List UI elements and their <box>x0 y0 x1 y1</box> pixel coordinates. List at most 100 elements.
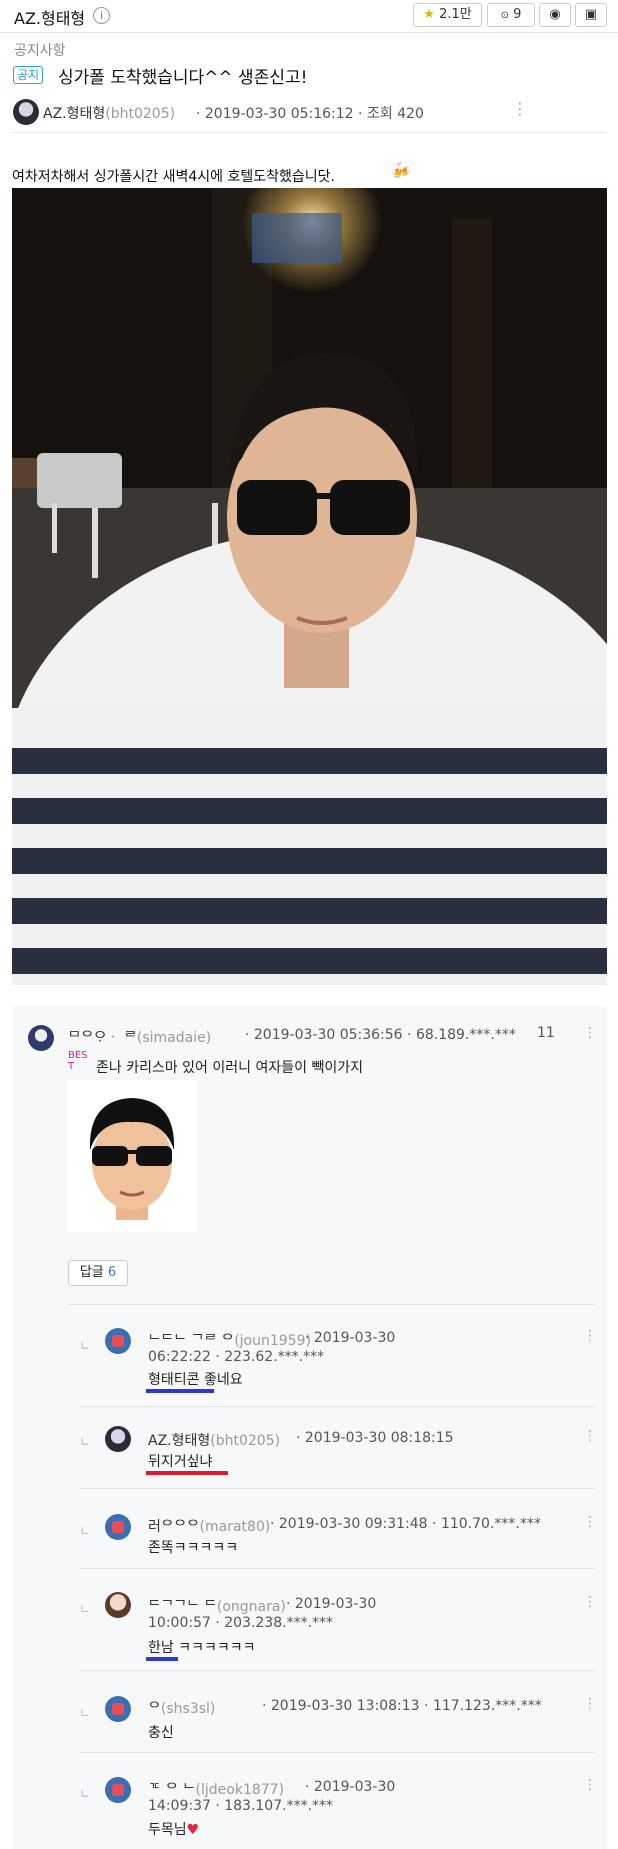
divider <box>80 1752 595 1753</box>
subscribers-button[interactable]: ★ 2.1만 <box>413 3 482 27</box>
reply-author[interactable]: ᄀᄃ ᄋ ᄂ(ljdeok1877) <box>148 1779 284 1799</box>
commenter-name: ᄆᄋᄋᆞᆞ ᄅ <box>68 1030 137 1046</box>
underline-mark <box>146 1389 214 1393</box>
star-icon: ★ <box>423 7 435 22</box>
reply-more-icon[interactable]: ⋮ <box>583 1514 597 1530</box>
reply-id: (bht0205) <box>210 1433 281 1449</box>
reply-name: ᄂᄃᄂ ᄀᄅ ᄋ <box>148 1333 235 1349</box>
reply-label: 답글 <box>79 1265 104 1280</box>
reply-text: 뒤지거싶냐 <box>148 1454 213 1470</box>
reply-arrow-icon: ∟ <box>80 1524 91 1538</box>
channel-title[interactable]: AZ.형태형 <box>14 5 85 29</box>
reply-meta: · 2019-03-30 <box>305 1330 396 1346</box>
reply-meta: · 2019-03-30 <box>305 1779 396 1795</box>
commenter-id: (simadaie) <box>136 1030 212 1046</box>
author-avatar[interactable] <box>13 99 39 125</box>
reply-text: 존똑ㅋㅋㅋㅋㅋ <box>148 1540 239 1556</box>
reply-name: AZ.형태형 <box>148 1433 211 1449</box>
reply-name: 러ᄋᄋᄋ <box>148 1519 200 1535</box>
reply-id: (ljdeok1877) <box>195 1782 285 1798</box>
reply-author[interactable]: AZ.형태형(bht0205) <box>148 1430 280 1450</box>
members-button[interactable]: ⊙ 9 <box>487 3 535 27</box>
location-icon: ◉ <box>549 7 561 22</box>
reply-meta: · 2019-03-30 13:08:13 · 117.123.***.*** <box>262 1698 542 1714</box>
reply-meta: · 2019-03-30 09:31:48 · 110.70.***.*** <box>270 1516 541 1532</box>
reply-author[interactable]: ᄂᄃᄂ ᄀᄅ ᄋ(joun1959) <box>148 1330 311 1350</box>
reply-meta-line2: 06:22:22 · 223.62.***.*** <box>148 1349 325 1365</box>
divider <box>80 1488 595 1489</box>
reply-meta: · 2019-03-30 08:18:15 <box>296 1430 454 1446</box>
author-info[interactable]: AZ.형태형(bht0205) <box>43 103 175 123</box>
reply-id: (shs3sl) <box>160 1701 216 1717</box>
underline-mark <box>146 1471 228 1475</box>
reply-avatar[interactable] <box>105 1592 131 1618</box>
reply-name: ᄋ <box>148 1701 161 1717</box>
reply-avatar[interactable] <box>105 1514 131 1540</box>
reply-id: (marat80) <box>199 1519 271 1535</box>
underline-mark <box>146 1657 178 1661</box>
reply-author[interactable]: 러ᄋᄋᄋ(marat80) <box>148 1516 270 1536</box>
divider <box>80 1670 595 1671</box>
reply-more-icon[interactable]: ⋮ <box>583 1594 597 1610</box>
best-badge: BEST <box>68 1050 88 1072</box>
reply-arrow-icon: ∟ <box>80 1602 91 1616</box>
post-title: 싱가폴 도착했습니다^^ 생존신고! <box>58 68 308 88</box>
reply-avatar[interactable] <box>105 1696 131 1722</box>
reply-text: 두목님♥ <box>148 1819 199 1839</box>
reply-text: 충신 <box>148 1725 174 1741</box>
share-button[interactable]: ▣ <box>575 3 607 27</box>
share-icon: ▣ <box>584 7 598 22</box>
comment-more-icon[interactable]: ⋮ <box>583 1025 597 1041</box>
reply-more-icon[interactable]: ⋮ <box>583 1777 597 1793</box>
members-count: 9 <box>513 7 522 22</box>
reply-arrow-icon: ∟ <box>80 1706 91 1720</box>
reply-meta-line2: 14:09:37 · 183.107.***.*** <box>148 1798 334 1814</box>
reply-author[interactable]: ᄋ(shs3sl) <box>148 1698 215 1718</box>
divider <box>12 132 606 133</box>
reply-text: 형태티콘 좋네요 <box>148 1372 243 1388</box>
subscribers-count: 2.1만 <box>439 7 472 22</box>
reply-more-icon[interactable]: ⋮ <box>583 1328 597 1344</box>
selfie-photo <box>12 188 607 985</box>
reply-name: ᄃᄀᄀᄂ ᄃ <box>148 1599 217 1615</box>
comment-count: 11 <box>537 1025 555 1041</box>
divider <box>80 1568 595 1569</box>
reply-id: (ongnara) <box>216 1599 286 1615</box>
emoticon-sticker <box>68 1080 196 1232</box>
reply-avatar[interactable] <box>105 1777 131 1803</box>
post-photo <box>12 188 607 985</box>
reply-name: ᄀᄃ ᄋ ᄂ <box>148 1782 196 1798</box>
category-label[interactable]: 공지사항 <box>14 40 66 60</box>
reply-text: 한남 ㅋㅋㅋㅋㅋㅋ <box>148 1640 256 1656</box>
author-id: (bht0205) <box>105 106 176 122</box>
reply-text-content: 두목님 <box>148 1822 187 1838</box>
reply-meta-line2: 10:00:57 · 203.238.***.*** <box>148 1615 334 1631</box>
reply-more-icon[interactable]: ⋮ <box>583 1696 597 1712</box>
reply-avatar[interactable] <box>105 1328 131 1354</box>
post-body: 여차저차해서 싱가폴시간 새벽4시에 호텔도착했습니닷. <box>12 169 335 185</box>
author-name: AZ.형태형 <box>43 106 106 122</box>
sunglasses-face-icon <box>89 1098 175 1220</box>
notice-badge: 공지 <box>13 66 44 84</box>
reply-id: (joun1959) <box>234 1333 311 1349</box>
divider <box>68 1304 595 1305</box>
divider <box>80 1406 595 1407</box>
reply-arrow-icon: ∟ <box>80 1435 91 1449</box>
reply-author[interactable]: ᄃᄀᄀᄂ ᄃ(ongnara) <box>148 1596 286 1616</box>
reply-arrow-icon: ∟ <box>80 1339 91 1353</box>
commenter-avatar[interactable] <box>28 1025 54 1051</box>
more-options-icon[interactable]: ⋮ <box>512 99 528 118</box>
reply-arrow-icon: ∟ <box>80 1787 91 1801</box>
beer-icon: 🍻 <box>391 161 411 180</box>
info-icon[interactable]: i <box>93 7 110 24</box>
users-icon: ⊙ <box>500 10 509 21</box>
location-button[interactable]: ◉ <box>539 3 571 27</box>
commenter-info[interactable]: ᄆᄋᄋᆞᆞ ᄅ(simadaie) <box>68 1027 211 1047</box>
reply-more-icon[interactable]: ⋮ <box>583 1428 597 1444</box>
reply-meta: · 2019-03-30 <box>286 1596 377 1612</box>
reply-toggle-button[interactable]: 답글 6 <box>68 1260 128 1286</box>
heart-icon: ♥ <box>186 1822 200 1838</box>
reply-count: 6 <box>107 1265 117 1280</box>
post-meta: · 2019-03-30 05:16:12 · 조회 420 <box>196 106 424 122</box>
reply-avatar[interactable] <box>105 1426 131 1452</box>
